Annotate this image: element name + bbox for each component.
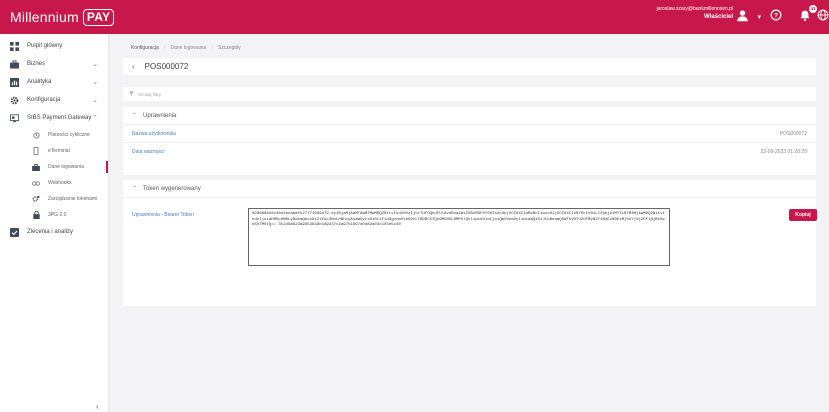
gear-icon: [10, 96, 19, 105]
back-arrow-icon[interactable]: ‹: [132, 62, 135, 71]
chevron-down-icon: ⌄: [92, 79, 98, 86]
link-icon: [32, 180, 40, 186]
token-label: Uprawnienia - Bearer Token: [132, 212, 194, 218]
user-avatar-icon[interactable]: [736, 9, 749, 24]
detail-row: Data ważności 22-09-2033 01:28:20: [123, 143, 816, 161]
user-email: jaroslaw.szary@bankmillennium.pl: [656, 6, 734, 12]
section-header[interactable]: ⌃ Token wygenerowany: [123, 180, 816, 198]
notification-badge: 41: [809, 5, 817, 13]
brand-pay-badge: PAY: [82, 8, 115, 26]
collapse-sidebar-icon[interactable]: ‹: [96, 402, 99, 411]
chevron-up-icon: ⌃: [92, 115, 98, 122]
sidebar-item-label: Biznes: [27, 61, 46, 67]
top-bar: Millennium PAY jaroslaw.szary@bankmillen…: [0, 0, 829, 34]
chevron-right-icon: ›: [163, 45, 166, 51]
sidebar-subitem-label: Dane logowania: [48, 164, 84, 170]
chevron-down-icon: ⌄: [92, 61, 98, 68]
sidebar-item-business[interactable]: Biznes ⌄: [0, 55, 108, 73]
permissions-section: ⌃ Uprawnienia Nazwa użytkownika POS00007…: [123, 107, 816, 175]
token-textarea[interactable]: 0286866d8c46d4bnaaafb27f71069d79.eyJBjaM…: [248, 208, 670, 266]
chevron-right-icon: ›: [211, 45, 213, 51]
sidebar-subitem-label: Zarządzanie tokenami: [48, 196, 98, 202]
sidebar-subitem-label: Webhooks: [48, 180, 72, 186]
chart-icon: [10, 77, 19, 87]
sidebar-item-label: Konfiguracja: [27, 97, 61, 103]
check-icon: [10, 227, 19, 237]
filter-bar[interactable]: Szukaj filtry: [123, 87, 816, 101]
chevron-down-icon: ⌄: [92, 97, 98, 104]
detail-row: Nazwa użytkownika POS000072: [123, 125, 816, 143]
sidebar-subitem-3pg[interactable]: 3PG 2.0: [0, 207, 108, 223]
sidebar-item-label: Zlecenia i analizy: [27, 229, 74, 235]
terminal-icon: [32, 147, 40, 155]
sidebar-item-orders[interactable]: Zlecenia i analizy: [0, 223, 108, 241]
breadcrumb-item[interactable]: Konfiguracja: [131, 45, 159, 51]
gateway-icon: [10, 113, 19, 123]
briefcase-icon: [10, 59, 19, 69]
section-title: Token wygenerowany: [143, 185, 201, 192]
page-title: POS000072: [144, 62, 189, 71]
filter-label: Szukaj filtry: [138, 91, 162, 97]
detail-value: POS000072: [779, 130, 807, 137]
token-icon: [32, 195, 40, 203]
sidebar-subitem-label: eTerminal: [48, 148, 70, 154]
section-header[interactable]: ⌃ Uprawnienia: [123, 107, 816, 125]
sidebar-subitem-recurring[interactable]: Platności cykliczne: [0, 127, 108, 143]
section-title: Uprawnienia: [143, 112, 177, 119]
sidebar-subitem-label: 3PG 2.0: [48, 212, 67, 218]
svg-text:?: ?: [774, 13, 778, 20]
sidebar-item-configuration[interactable]: Konfiguracja ⌄: [0, 91, 108, 109]
cycle-icon: [32, 131, 40, 139]
globe-icon[interactable]: [817, 9, 829, 23]
filter-icon: [129, 91, 134, 97]
breadcrumb: Konfiguracja › Dane logowania › Szczegół…: [131, 45, 241, 51]
key-icon: [32, 163, 40, 171]
sidebar-subitem-eterminal[interactable]: eTerminal: [0, 143, 108, 159]
sidebar-item-sibs-gateway[interactable]: SIBS Payment Gateway ⌃: [0, 109, 108, 127]
chevron-up-icon: ⌃: [132, 186, 138, 192]
sidebar-item-label: SIBS Payment Gateway: [27, 115, 92, 121]
lock-icon: [32, 211, 40, 219]
detail-value: 22-09-2033 01:28:20: [760, 149, 807, 155]
copy-button[interactable]: Kopiuj: [789, 209, 817, 221]
sidebar-item-label: Pulpit główny: [27, 43, 63, 49]
chevron-down-icon[interactable]: ▾: [757, 13, 761, 21]
sidebar-subitem-label: Platności cykliczne: [48, 132, 90, 138]
detail-label: Nazwa użytkownika: [132, 130, 176, 137]
sidebar-subitem-webhooks[interactable]: Webhooks: [0, 175, 108, 191]
token-section: ⌃ Token wygenerowany Uprawnienia - Beare…: [123, 180, 817, 306]
brand-name: Millennium: [10, 9, 79, 25]
sidebar: Pulpit główny Biznes ⌄ Analityka ⌄ Konfi…: [0, 34, 109, 412]
breadcrumb-item[interactable]: Dane logowania: [170, 45, 206, 51]
sidebar-item-dashboard[interactable]: Pulpit główny: [0, 37, 108, 55]
breadcrumb-item: Szczegóły: [218, 45, 241, 51]
dashboard-icon: [10, 41, 19, 51]
brand-logo[interactable]: Millennium PAY: [10, 8, 115, 26]
sidebar-subitem-tokens[interactable]: Zarządzanie tokenami: [0, 191, 108, 207]
page-header: ‹ POS000072: [123, 58, 816, 75]
help-icon[interactable]: ?: [770, 9, 782, 23]
detail-label: Data ważności: [132, 149, 165, 155]
user-role: Właściciel: [703, 14, 733, 20]
chevron-up-icon: ⌃: [132, 113, 138, 119]
sidebar-item-analytics[interactable]: Analityka ⌄: [0, 73, 108, 91]
user-info[interactable]: jaroslaw.szary@bankmillennium.pl Właścic…: [657, 6, 734, 20]
sidebar-subitem-login-data[interactable]: Dane logowania: [0, 159, 108, 175]
main-content: Konfiguracja › Dane logowania › Szczegół…: [109, 34, 829, 412]
sidebar-item-label: Analityka: [27, 79, 52, 85]
